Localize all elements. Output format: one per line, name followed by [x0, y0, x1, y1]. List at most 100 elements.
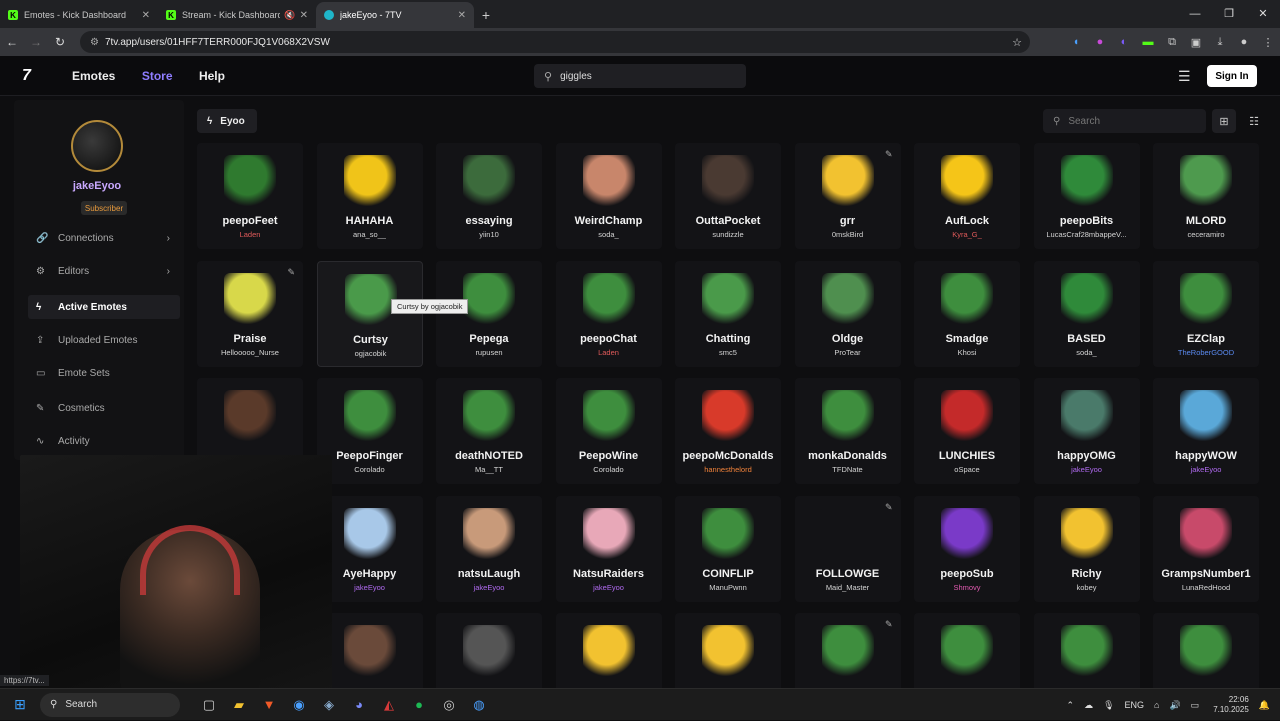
nav-help[interactable]: Help — [199, 69, 225, 83]
sidepanel-icon[interactable]: ▣ — [1184, 36, 1208, 49]
emote-card[interactable]: Chatting smc5 — [675, 260, 781, 367]
emote-author[interactable]: jakeEyoo — [1153, 465, 1259, 474]
lang-indicator[interactable]: ENG — [1125, 700, 1145, 710]
emote-author[interactable]: 0mskBird — [795, 230, 901, 239]
emote-card[interactable]: Smadge Khosi — [914, 260, 1020, 367]
emote-author[interactable]: ana_so__ — [317, 230, 423, 239]
emote-card[interactable]: PeepoWine Corolado — [555, 378, 662, 484]
7tv-logo[interactable]: 7 — [22, 67, 62, 85]
global-search-input[interactable]: ⚲ giggles — [534, 64, 746, 88]
emote-search-input[interactable]: ⚲ Search — [1043, 109, 1206, 133]
clock[interactable]: 22:06 7.10.2025 — [1213, 695, 1249, 715]
emote-author[interactable]: Laden — [556, 348, 662, 357]
emote-author[interactable]: Shmovy — [914, 583, 1020, 592]
emote-author[interactable]: soda_ — [1034, 348, 1140, 357]
mic-icon[interactable]: 🎙 — [1103, 700, 1114, 711]
sign-in-button[interactable]: Sign In — [1207, 65, 1257, 87]
extension-icon[interactable]: ● — [1088, 36, 1112, 48]
forward-icon[interactable]: → — [24, 35, 48, 49]
emote-author[interactable]: TheRoberGOOD — [1153, 348, 1259, 357]
emote-card[interactable]: happyOMG jakeEyoo — [1033, 378, 1140, 484]
obs-icon[interactable]: ◭ — [374, 697, 404, 713]
emote-card[interactable]: HAHAHA ana_so__ — [316, 143, 423, 249]
steam-icon[interactable]: ◈ — [314, 697, 344, 713]
emote-author[interactable]: LunaRedHood — [1153, 583, 1259, 592]
extension-icon[interactable]: ◐ — [1112, 36, 1136, 48]
emote-card[interactable]: Richy kobey — [1033, 495, 1140, 602]
edit-pencil-icon[interactable]: ✎ — [885, 502, 893, 513]
emote-card[interactable]: peepoChat Laden — [555, 260, 662, 367]
emote-author[interactable]: yiin10 — [436, 230, 542, 239]
more-icon[interactable]: ⋮ — [1256, 36, 1280, 49]
emote-card[interactable]: AufLock Kyra_G_ — [914, 143, 1020, 249]
grid-view-button[interactable]: ⊞ — [1212, 109, 1236, 133]
url-field[interactable]: ⚙ 7tv.app/users/01HFF7TERR000FJQ1V068X2V… — [80, 31, 1030, 53]
emote-card[interactable]: happyWOW jakeEyoo — [1153, 378, 1259, 484]
bookmark-star-icon[interactable]: ☆ — [1012, 36, 1022, 49]
nav-emotes[interactable]: Emotes — [72, 69, 115, 83]
emote-card[interactable]: FOLLOWGE Maid_Master ✎ — [794, 495, 901, 602]
emote-author[interactable]: ProTear — [795, 348, 901, 357]
emote-author[interactable]: jakeEyoo — [317, 583, 423, 592]
hamburger-menu-icon[interactable]: ☰ — [1178, 68, 1191, 85]
emote-card[interactable]: deathNOTED Ma__TT — [436, 378, 542, 484]
edit-pencil-icon[interactable]: ✎ — [885, 619, 893, 630]
sidebar-item-emote-sets[interactable]: ▭ Emote Sets — [28, 361, 180, 385]
table-view-button[interactable]: ☷ — [1242, 109, 1266, 133]
puzzle-icon[interactable]: ⧉ — [1160, 36, 1184, 49]
task-view-icon[interactable]: ▢ — [194, 697, 224, 713]
emote-author[interactable]: Hellooooo_Nurse — [197, 348, 303, 357]
emote-card[interactable]: LUNCHIES oSpace — [914, 378, 1020, 484]
close-icon[interactable]: ✕ — [300, 10, 308, 21]
emote-set-chip[interactable]: ϟ Eyoo — [197, 109, 257, 133]
emote-author[interactable]: ManuPwnn — [675, 583, 781, 592]
emote-author[interactable]: Corolado — [556, 465, 662, 474]
emote-card[interactable]: peepoSub Shmovy — [914, 495, 1020, 602]
emote-author[interactable]: oSpace — [914, 465, 1020, 474]
emote-card[interactable]: NatsuRaiders jakeEyoo — [555, 495, 662, 602]
cloud-icon[interactable]: ☁ — [1084, 700, 1093, 711]
emote-author[interactable]: rupusen — [436, 348, 542, 357]
nav-store[interactable]: Store — [142, 69, 173, 83]
emote-author[interactable]: ceceramiro — [1153, 230, 1259, 239]
edit-pencil-icon[interactable]: ✎ — [287, 267, 295, 278]
emote-card[interactable]: COINFLIP ManuPwnn — [675, 495, 781, 602]
emote-card[interactable]: monkaDonalds TFDNate — [794, 378, 901, 484]
emote-author[interactable]: hannesthelord — [675, 465, 781, 474]
emote-card[interactable]: essaying yiin10 — [436, 143, 542, 249]
emote-author[interactable]: jakeEyoo — [1034, 465, 1140, 474]
emote-author[interactable]: TFDNate — [795, 465, 901, 474]
spotify-icon[interactable]: ● — [404, 697, 434, 713]
emote-card[interactable]: OuttaPocket sundizzle — [675, 143, 781, 249]
mute-icon[interactable]: 🔇 — [284, 10, 295, 21]
emote-card[interactable]: Oldge ProTear — [794, 260, 901, 367]
emote-author[interactable]: Khosi — [914, 348, 1020, 357]
emote-card[interactable]: PeepoFinger Corolado — [316, 378, 423, 484]
emote-card[interactable]: GrampsNumber1 LunaRedHood — [1153, 495, 1259, 602]
emote-author[interactable]: ogjacobik — [318, 349, 424, 358]
emote-card[interactable]: peepoMcDonalds hannesthelord — [675, 378, 781, 484]
emote-card[interactable]: MLORD ceceramiro — [1153, 143, 1259, 249]
sidebar-item-cosmetics[interactable]: ✎ Cosmetics — [28, 396, 180, 420]
close-icon[interactable]: ✕ — [142, 10, 150, 21]
discord-icon[interactable]: ◕ — [344, 697, 374, 713]
emote-author[interactable]: sundizzle — [675, 230, 781, 239]
emote-author[interactable]: smc5 — [675, 348, 781, 357]
emote-card[interactable]: grr 0mskBird ✎ — [794, 143, 901, 249]
close-icon[interactable]: ✕ — [458, 10, 466, 21]
extension-icon[interactable]: ◖ — [1064, 36, 1088, 48]
emote-author[interactable]: kobey — [1034, 583, 1140, 592]
emote-card[interactable]: natsuLaugh jakeEyoo — [436, 495, 542, 602]
battery-icon[interactable]: ▭ — [1191, 700, 1200, 711]
sidebar-item-uploaded-emotes[interactable]: ⇪ Uploaded Emotes — [28, 328, 180, 352]
back-icon[interactable]: ← — [0, 35, 24, 49]
emote-card[interactable]: peepoBits LucasCraf28mbappeV... — [1033, 143, 1140, 249]
app-icon[interactable]: ◎ — [434, 697, 464, 713]
emote-card[interactable]: Praise Hellooooo_Nurse ✎ — [197, 260, 303, 367]
close-window-icon[interactable]: ✕ — [1246, 0, 1280, 28]
emote-author[interactable]: Kyra_G_ — [914, 230, 1020, 239]
edit-pencil-icon[interactable]: ✎ — [885, 149, 893, 160]
extension-icon[interactable]: ▬ — [1136, 36, 1160, 48]
chrome-icon[interactable]: ◉ — [284, 697, 314, 713]
emote-card[interactable]: AyeHappy jakeEyoo — [316, 495, 423, 602]
